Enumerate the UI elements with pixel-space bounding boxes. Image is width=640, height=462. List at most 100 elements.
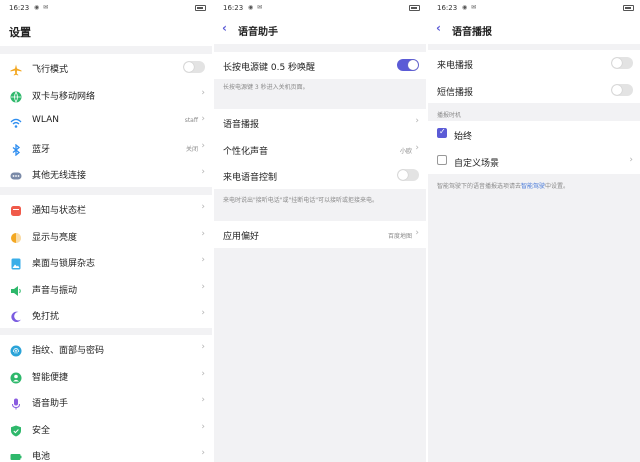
app-preference-row[interactable]: 应用偏好 百度地图 › (214, 221, 426, 248)
chevron-right-icon: › (201, 202, 205, 212)
settings-item[interactable]: 声音与振动 › (0, 275, 212, 302)
battery-indicator-icon (623, 5, 634, 11)
settings-item-label: 飞行模式 (32, 65, 69, 75)
shield-icon (10, 422, 22, 436)
toggle-switch[interactable] (611, 57, 633, 69)
settings-item-label: WLAN (32, 115, 60, 125)
chevron-right-icon: › (415, 116, 419, 126)
chevron-right-icon: › (201, 87, 205, 98)
settings-item-label: 蓝牙 (32, 144, 51, 155)
chevron-right-icon: › (201, 368, 205, 379)
bluetooth-icon (10, 141, 22, 156)
assistant-option[interactable]: 语音播报 › (214, 109, 426, 136)
settings-group-connectivity: 飞行模式 双卡与移动网络 › WLAN staff › 蓝牙 关闭 › 其他无线连接 › (0, 54, 212, 187)
chevron-right-icon: › (201, 281, 205, 292)
settings-group-display: 通知与状态栏 › 显示与亮度 › 桌面与锁屏杂志 › 声音与振动 › 免打扰 › (0, 195, 212, 328)
back-arrow-icon[interactable]: ‹ (436, 21, 441, 35)
voice-broadcast-screen: 16:23 ◉ ✉ ‹ 语音播报 来电播报短信播报 播报时机 始终自定义场景› … (428, 0, 640, 462)
chevron-right-icon: › (201, 114, 205, 124)
settings-item[interactable]: 安全 › (0, 415, 212, 442)
smart-driving-link[interactable]: 智能驾驶 (521, 183, 545, 190)
wallpaper-icon (10, 255, 22, 270)
chevron-right-icon: › (201, 228, 205, 239)
status-bar: 16:23 ◉ ✉ (428, 0, 640, 16)
settings-item[interactable]: 蓝牙 关闭 › (0, 134, 212, 161)
chevron-right-icon: › (201, 395, 205, 405)
assistant-option[interactable]: 个性化声音 小欧 › (214, 136, 426, 163)
chevron-right-icon: › (201, 308, 205, 318)
settings-item-value: 关闭 (185, 145, 198, 153)
assistant-option[interactable]: 来电语音控制 (214, 162, 426, 189)
assistant-options: 语音播报 › 个性化声音 小欧 › 来电语音控制 (214, 109, 426, 189)
settings-item[interactable]: 通知与状态栏 › (0, 195, 212, 222)
chevron-right-icon: › (201, 421, 205, 432)
sound-icon (10, 282, 22, 296)
assistant-option-value: 小欧 (399, 147, 412, 155)
chevron-right-icon: › (629, 154, 633, 165)
settings-item-label: 桌面与锁屏杂志 (32, 259, 96, 269)
status-time: 16:23 (9, 4, 30, 12)
settings-item-label: 电池 (32, 452, 51, 462)
timing-options: 始终自定义场景 › (428, 121, 640, 174)
broadcast-toggle-row[interactable]: 来电播报 (428, 50, 640, 77)
assistant-option-label: 来电语音控制 (223, 173, 278, 183)
settings-item[interactable]: 其他无线连接 › (0, 160, 212, 187)
back-arrow-icon[interactable]: ‹ (222, 21, 227, 35)
checkbox[interactable] (437, 127, 447, 138)
call-control-hint: 来电时说出"接听电话"或"挂断电话"可以接听或拒接来电。 (223, 197, 379, 204)
power-wake-toggle[interactable] (397, 59, 419, 71)
settings-item[interactable]: 指纹、面部与密码 › (0, 335, 212, 362)
footer-text-pre: 智能驾驶下的语音播报选项请去 (437, 183, 522, 190)
timing-header: 播报时机 (437, 112, 462, 119)
broadcast-footer: 智能驾驶下的语音播报选项请去智能驾驶中设置。 (437, 181, 569, 190)
timing-option-label: 自定义场景 (454, 158, 500, 169)
power-wake-row[interactable]: 长按电源键 0.5 秒唤醒 (214, 52, 426, 79)
settings-item[interactable]: 电池 › (0, 441, 212, 462)
broadcast-toggles: 来电播报 短信播报 (428, 50, 640, 103)
globe-icon (10, 88, 22, 103)
status-time: 16:23 (437, 4, 458, 12)
assistant-option-label: 个性化声音 (223, 146, 269, 157)
voice-assistant-screen: 16:23 ◉ ✉ ‹ 语音助手 长按电源键 0.5 秒唤醒 长按电源键 3 秒… (214, 0, 426, 462)
broadcast-toggle-row[interactable]: 短信播报 (428, 77, 640, 104)
settings-item[interactable]: 双卡与移动网络 › (0, 81, 212, 108)
page-title: 设置 (9, 26, 31, 39)
checkbox[interactable] (437, 154, 447, 165)
settings-group-system: 指纹、面部与密码 › 智能便捷 › 语音助手 › 安全 › 电池 › (0, 335, 212, 462)
settings-item-label: 其他无线连接 (32, 171, 87, 181)
timing-option-label: 始终 (454, 132, 473, 142)
settings-screen: 16:23 ◉ ✉ 设置 飞行模式 双卡与移动网络 › WLAN staff › 蓝牙 关闭 ›… (0, 0, 212, 462)
settings-item[interactable]: 语音助手 › (0, 388, 212, 415)
power-hint: 长按电源键 3 秒进入关机页面。 (223, 84, 309, 91)
status-icons: ◉ ✉ (34, 4, 50, 11)
footer-text-post: 中设置。 (545, 183, 570, 190)
settings-item[interactable]: 智能便捷 › (0, 362, 212, 389)
notification-icon (10, 202, 22, 216)
app-preference-label: 应用偏好 (223, 232, 260, 242)
page-title: 语音播报 (452, 27, 492, 38)
toggle-switch[interactable] (611, 83, 633, 96)
microphone-icon (10, 395, 22, 410)
assistant-option-label: 语音播报 (223, 120, 260, 130)
timing-option-row[interactable]: 始终 (428, 121, 640, 148)
settings-item[interactable]: 飞行模式 (0, 54, 212, 81)
settings-item[interactable]: 桌面与锁屏杂志 › (0, 248, 212, 275)
settings-item-label: 语音助手 (32, 399, 69, 409)
smart-icon (10, 369, 22, 383)
power-wake-label: 长按电源键 0.5 秒唤醒 (223, 63, 316, 73)
page-header: ‹ 语音播报 (428, 16, 640, 44)
chevron-right-icon: › (415, 142, 419, 153)
settings-item-label: 智能便捷 (32, 372, 69, 383)
toggle-switch[interactable] (183, 61, 205, 73)
chevron-right-icon: › (201, 140, 205, 151)
settings-item-value: staff (184, 117, 198, 124)
settings-item-label: 免打扰 (32, 312, 60, 322)
timing-option-row[interactable]: 自定义场景 › (428, 148, 640, 175)
settings-item[interactable]: 免打扰 › (0, 301, 212, 328)
settings-item-label: 安全 (32, 425, 51, 436)
chevron-right-icon: › (201, 255, 205, 265)
settings-item[interactable]: WLAN staff › (0, 107, 212, 134)
settings-item[interactable]: 显示与亮度 › (0, 222, 212, 249)
airplane-icon (10, 61, 22, 76)
toggle-switch[interactable] (397, 169, 419, 181)
